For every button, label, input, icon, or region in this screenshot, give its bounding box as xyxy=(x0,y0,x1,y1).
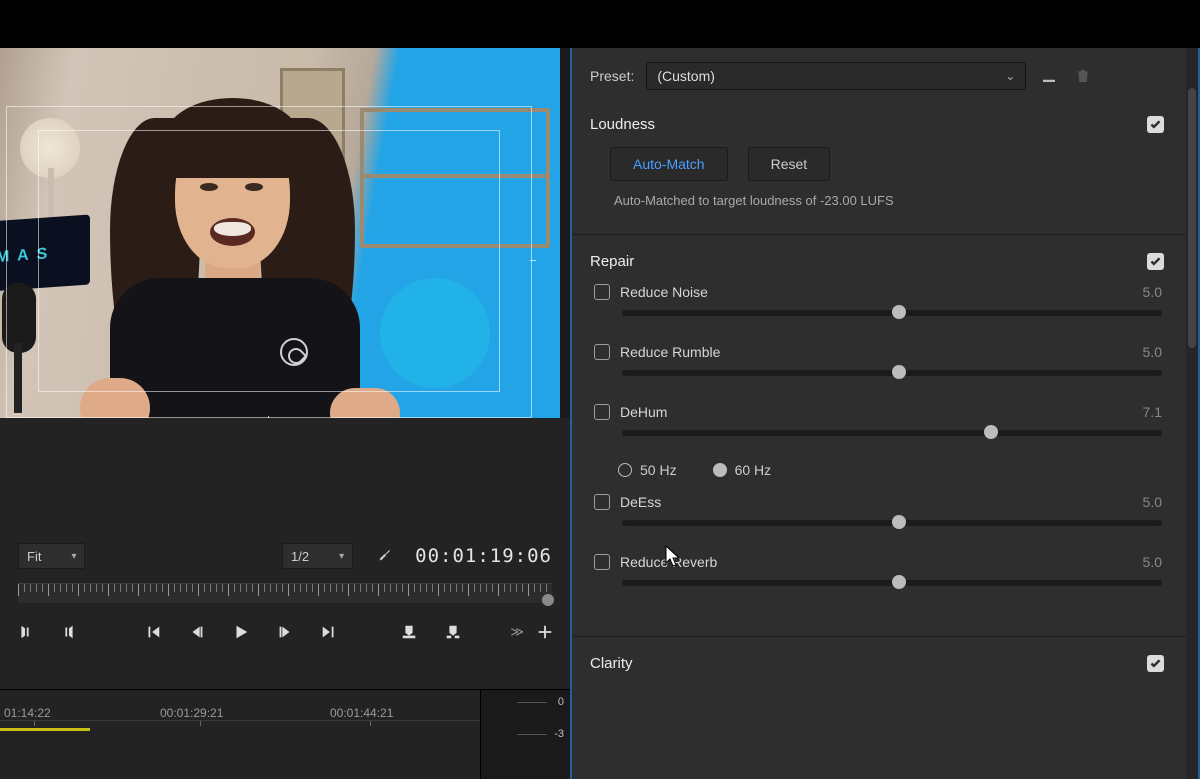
deess-label: DeEss xyxy=(620,494,661,510)
video-frame xyxy=(0,48,560,418)
go-to-out-button[interactable] xyxy=(318,621,340,643)
loudness-title: Loudness xyxy=(590,116,655,133)
delete-preset-icon xyxy=(1072,65,1094,87)
clarity-checkbox[interactable] xyxy=(1147,655,1164,672)
loudness-status: Auto-Matched to target loudness of -23.0… xyxy=(590,191,1164,208)
repair-section: Repair Reduce Noise 5.0 Reduce R xyxy=(572,241,1186,626)
video-preview[interactable] xyxy=(0,48,570,418)
preset-label: Preset: xyxy=(590,68,634,84)
meter-label: 0 xyxy=(554,696,564,728)
reduce-reverb-param: Reduce Reverb 5.0 xyxy=(590,550,1164,610)
reduce-rumble-slider[interactable] xyxy=(622,370,1162,376)
clarity-section: Clarity xyxy=(572,643,1186,678)
audio-meter: 0 -3 xyxy=(480,690,570,779)
repair-title: Repair xyxy=(590,253,634,270)
loudness-header[interactable]: Loudness xyxy=(590,110,1164,143)
loudness-checkbox[interactable] xyxy=(1147,116,1164,133)
timeline-ruler[interactable]: 01:14:22 00:01:29:21 00:01:44:21 xyxy=(0,690,480,779)
deess-slider[interactable] xyxy=(622,520,1162,526)
preset-dropdown[interactable]: (Custom) ⌄ xyxy=(646,62,1026,90)
chevron-down-icon: ▾ xyxy=(339,551,344,562)
wrench-icon[interactable] xyxy=(373,545,395,567)
reset-button[interactable]: Reset xyxy=(748,147,831,181)
reduce-rumble-label: Reduce Rumble xyxy=(620,344,720,360)
hz60-label: 60 Hz xyxy=(735,462,772,478)
hz50-label: 50 Hz xyxy=(640,462,677,478)
deess-param: DeEss 5.0 xyxy=(590,490,1164,550)
preset-value: (Custom) xyxy=(657,68,715,84)
reduce-reverb-value[interactable]: 5.0 xyxy=(1143,554,1162,570)
reduce-noise-checkbox[interactable] xyxy=(594,284,610,300)
auto-match-button[interactable]: Auto-Match xyxy=(610,147,728,181)
save-preset-icon[interactable] xyxy=(1038,65,1060,87)
reduce-rumble-value[interactable]: 5.0 xyxy=(1143,344,1162,360)
mark-out-button[interactable] xyxy=(58,621,80,643)
loudness-section: Loudness Auto-Match Reset Auto-Matched t… xyxy=(572,104,1186,224)
clarity-title: Clarity xyxy=(590,655,633,672)
hz50-radio[interactable]: 50 Hz xyxy=(618,462,677,478)
reduce-noise-param: Reduce Noise 5.0 xyxy=(590,280,1164,340)
zoom-fit-dropdown[interactable]: Fit ▾ xyxy=(18,543,85,569)
play-button[interactable] xyxy=(230,621,252,643)
scrollbar-thumb[interactable] xyxy=(1188,88,1196,348)
reduce-reverb-slider[interactable] xyxy=(622,580,1162,586)
meter-label: -3 xyxy=(554,728,564,760)
resolution-dropdown[interactable]: 1/2 ▾ xyxy=(282,543,353,569)
step-forward-button[interactable] xyxy=(274,621,296,643)
step-back-button[interactable] xyxy=(186,621,208,643)
dehum-slider[interactable] xyxy=(622,430,1162,436)
chevron-down-icon: ▾ xyxy=(71,551,76,562)
more-chevron-icon[interactable]: ≫ xyxy=(510,624,524,640)
extract-button[interactable] xyxy=(442,621,464,643)
time-marker: 00:01:44:21 xyxy=(330,706,393,720)
dehum-value[interactable]: 7.1 xyxy=(1143,404,1162,420)
deess-value[interactable]: 5.0 xyxy=(1143,494,1162,510)
add-button[interactable] xyxy=(534,621,556,643)
zoom-fit-label: Fit xyxy=(27,549,41,564)
go-to-in-button[interactable] xyxy=(142,621,164,643)
preview-ruler[interactable] xyxy=(18,583,552,603)
dehum-label: DeHum xyxy=(620,404,667,420)
repair-checkbox[interactable] xyxy=(1147,253,1164,270)
dehum-param: DeHum 7.1 xyxy=(590,400,1164,460)
dehum-checkbox[interactable] xyxy=(594,404,610,420)
deess-checkbox[interactable] xyxy=(594,494,610,510)
reduce-reverb-checkbox[interactable] xyxy=(594,554,610,570)
timeline-scrollbar[interactable] xyxy=(0,728,90,731)
reduce-noise-value[interactable]: 5.0 xyxy=(1143,284,1162,300)
panel-scrollbar[interactable] xyxy=(1186,48,1198,779)
program-monitor-panel: Fit ▾ 1/2 ▾ 00:01:19:06 xyxy=(0,48,570,779)
resolution-label: 1/2 xyxy=(291,549,309,564)
reduce-rumble-param: Reduce Rumble 5.0 xyxy=(590,340,1164,400)
essential-sound-panel: Preset: (Custom) ⌄ Loudness Auto-Match R… xyxy=(570,48,1200,779)
timecode-display[interactable]: 00:01:19:06 xyxy=(415,545,552,567)
chevron-down-icon: ⌄ xyxy=(1005,69,1015,83)
lift-button[interactable] xyxy=(398,621,420,643)
timeline-panel: 01:14:22 00:01:29:21 00:01:44:21 0 -3 xyxy=(0,689,570,779)
reduce-reverb-label: Reduce Reverb xyxy=(620,554,717,570)
playhead-marker[interactable] xyxy=(542,594,554,606)
reduce-noise-slider[interactable] xyxy=(622,310,1162,316)
hz60-radio[interactable]: 60 Hz xyxy=(713,462,772,478)
repair-header[interactable]: Repair xyxy=(590,247,1164,280)
mark-in-button[interactable] xyxy=(14,621,36,643)
time-marker: 00:01:29:21 xyxy=(160,706,223,720)
time-marker: 01:14:22 xyxy=(4,706,51,720)
reduce-noise-label: Reduce Noise xyxy=(620,284,708,300)
clarity-header[interactable]: Clarity xyxy=(590,649,1164,674)
reduce-rumble-checkbox[interactable] xyxy=(594,344,610,360)
